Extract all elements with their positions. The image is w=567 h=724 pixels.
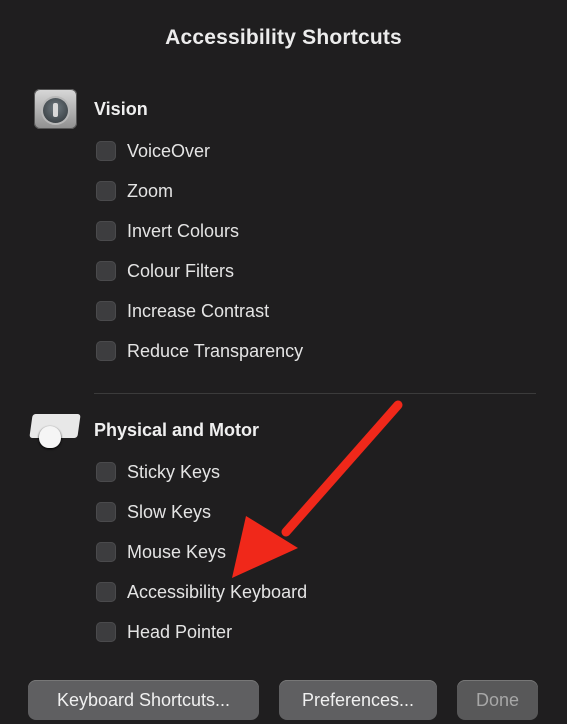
- reduce-transparency-checkbox[interactable]: [96, 341, 116, 361]
- physical-motor-section-label: Physical and Motor: [94, 420, 260, 440]
- increase-contrast-checkbox[interactable]: [96, 301, 116, 321]
- voiceover-checkbox[interactable]: [96, 141, 116, 161]
- vision-section-label: Vision: [94, 99, 148, 119]
- slow-keys-label: Slow Keys: [127, 501, 212, 522]
- vision-accessibility-icon: [34, 89, 77, 129]
- mouse-keys-label: Mouse Keys: [127, 541, 227, 562]
- sticky-keys-checkbox[interactable]: [96, 462, 116, 482]
- increase-contrast-label: Increase Contrast: [127, 300, 270, 321]
- mouse-keys-option[interactable]: Mouse Keys: [96, 540, 226, 564]
- preferences-button[interactable]: Preferences...: [279, 680, 437, 720]
- sticky-keys-label: Sticky Keys: [127, 461, 221, 482]
- colour-filters-option[interactable]: Colour Filters: [96, 259, 234, 283]
- head-pointer-checkbox[interactable]: [96, 622, 116, 642]
- accessibility-keyboard-label: Accessibility Keyboard: [127, 581, 308, 602]
- dialog-title: Accessibility Shortcuts: [165, 26, 402, 49]
- invert-colours-option[interactable]: Invert Colours: [96, 219, 239, 243]
- accessibility-keyboard-option[interactable]: Accessibility Keyboard: [96, 580, 307, 604]
- zoom-label: Zoom: [127, 180, 174, 201]
- section-divider: [94, 393, 536, 394]
- slow-keys-checkbox[interactable]: [96, 502, 116, 522]
- voiceover-label: VoiceOver: [127, 140, 211, 161]
- zoom-checkbox[interactable]: [96, 181, 116, 201]
- invert-colours-checkbox[interactable]: [96, 221, 116, 241]
- done-button[interactable]: Done: [457, 680, 538, 720]
- mouse-keys-checkbox[interactable]: [96, 542, 116, 562]
- colour-filters-label: Colour Filters: [127, 260, 235, 281]
- increase-contrast-option[interactable]: Increase Contrast: [96, 299, 269, 323]
- slow-keys-option[interactable]: Slow Keys: [96, 500, 211, 524]
- keyboard-shortcuts-button[interactable]: Keyboard Shortcuts...: [28, 680, 259, 720]
- colour-filters-checkbox[interactable]: [96, 261, 116, 281]
- sticky-keys-option[interactable]: Sticky Keys: [96, 460, 220, 484]
- reduce-transparency-label: Reduce Transparency: [127, 340, 304, 361]
- invert-colours-label: Invert Colours: [127, 220, 240, 241]
- zoom-option[interactable]: Zoom: [96, 179, 173, 203]
- head-pointer-label: Head Pointer: [127, 621, 233, 642]
- voiceover-option[interactable]: VoiceOver: [96, 139, 210, 163]
- accessibility-keyboard-checkbox[interactable]: [96, 582, 116, 602]
- accessibility-shortcuts-dialog: Accessibility Shortcuts Vision VoiceOver…: [0, 0, 567, 724]
- reduce-transparency-option[interactable]: Reduce Transparency: [96, 339, 303, 363]
- keyboard-mouse-icon: [29, 412, 81, 448]
- head-pointer-option[interactable]: Head Pointer: [96, 620, 232, 644]
